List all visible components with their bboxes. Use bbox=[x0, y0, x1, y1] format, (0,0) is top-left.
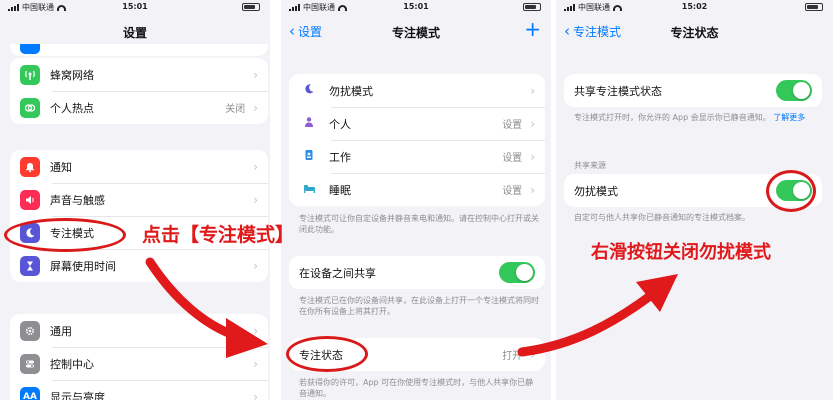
settings-group-network: 蜂窝网络 › 个人热点 关闭 › bbox=[10, 58, 268, 124]
focus-row-work[interactable]: 工作 设置 › bbox=[289, 140, 545, 173]
chevron-right-icon: › bbox=[530, 182, 535, 197]
row-label: 共享专注模式状态 bbox=[574, 84, 662, 98]
display-icon: AA bbox=[20, 386, 40, 400]
page-title: 专注模式 bbox=[391, 26, 440, 40]
row-label: 蜂窝网络 bbox=[50, 68, 94, 82]
settings-row-control-center[interactable]: 控制中心 › bbox=[10, 347, 268, 380]
settings-group-focus: 通知 › 声音与触感 › 专注模式 › 屏幕使用时间 › bbox=[10, 150, 268, 282]
row-value: 打开 bbox=[502, 351, 523, 362]
focus-status-note: 若获得你的许可，App 可在你使用专注模式时，与他人共享你已静音通知。 bbox=[299, 378, 534, 398]
row-label: 显示与亮度 bbox=[50, 390, 105, 400]
chevron-right-icon: › bbox=[253, 192, 258, 207]
gear-icon bbox=[20, 320, 40, 341]
share-note: 专注模式已在你的设备间共享，在此设备上打开一个专注模式将同时在你所有设备上将其打… bbox=[299, 296, 539, 316]
nav-bar: ‹ 设置 专注模式 + bbox=[281, 18, 551, 46]
row-label: 在设备之间共享 bbox=[299, 266, 376, 280]
share-status-row: 共享专注模式状态 bbox=[564, 74, 822, 107]
settings-icon bbox=[20, 44, 40, 54]
chevron-right-icon: › bbox=[530, 116, 535, 131]
chevron-right-icon: › bbox=[253, 100, 258, 115]
settings-screen: 中国联通 15:01 设置 蜂窝网络 › 个人热点 关闭 › 通知 › 声音与触… bbox=[0, 0, 270, 400]
antenna-icon bbox=[20, 64, 40, 85]
hotspot-icon bbox=[20, 97, 40, 118]
settings-row-general[interactable]: 通用 › bbox=[10, 314, 268, 347]
battery-icon bbox=[805, 3, 823, 11]
status-time: 15:01 bbox=[122, 2, 148, 11]
row-label: 睡眠 bbox=[329, 183, 351, 197]
chevron-right-icon: › bbox=[530, 83, 535, 98]
battery-icon bbox=[242, 3, 260, 11]
chevron-right-icon: › bbox=[530, 347, 535, 362]
row-label: 勿扰模式 bbox=[574, 184, 618, 198]
settings-group-general: 通用 › 控制中心 › AA 显示与亮度 › bbox=[10, 314, 268, 400]
badge-icon bbox=[299, 149, 319, 165]
learn-more-link[interactable]: 了解更多 bbox=[773, 113, 805, 122]
bed-icon bbox=[299, 182, 319, 198]
row-label: 勿扰模式 bbox=[329, 84, 373, 98]
row-label: 声音与触感 bbox=[50, 193, 105, 207]
add-focus-button[interactable]: + bbox=[524, 19, 541, 39]
annotation-swipe-off: 右滑按钮关闭勿扰模式 bbox=[591, 242, 771, 263]
row-label: 通用 bbox=[50, 324, 72, 338]
chevron-right-icon: › bbox=[253, 356, 258, 371]
row-value: 关闭 bbox=[225, 104, 246, 115]
bell-icon bbox=[20, 156, 40, 177]
annotation-tap-focus: 点击【专注模式】 bbox=[142, 224, 295, 246]
nav-bar: ‹ 专注模式 专注状态 bbox=[556, 18, 833, 46]
settings-row-notifications[interactable]: 通知 › bbox=[10, 150, 268, 183]
focus-row-dnd[interactable]: 勿扰模式 › bbox=[289, 74, 545, 107]
share-across-devices-group: 在设备之间共享 bbox=[289, 256, 545, 289]
person-icon bbox=[299, 116, 319, 132]
switches-icon bbox=[20, 353, 40, 374]
dnd-note: 自定可与他人共享你已静音通知的专注模式档案。 bbox=[574, 213, 750, 222]
settings-row-display[interactable]: AA 显示与亮度 › bbox=[10, 380, 268, 400]
status-bar: 中国联通 15:02 bbox=[556, 0, 833, 14]
share-across-devices-toggle[interactable] bbox=[499, 262, 535, 283]
page-title: 设置 bbox=[122, 26, 147, 40]
settings-group-scrolled bbox=[10, 44, 268, 56]
row-label: 个人 bbox=[329, 117, 351, 131]
page-title: 专注状态 bbox=[670, 26, 719, 40]
chevron-right-icon: › bbox=[253, 323, 258, 338]
row-label: 通知 bbox=[50, 160, 72, 174]
status-bar: 中国联通 15:01 bbox=[281, 0, 551, 14]
chevron-right-icon: › bbox=[253, 67, 258, 82]
battery-icon bbox=[523, 3, 541, 11]
focus-mode-highlight-circle bbox=[4, 218, 126, 252]
chevron-right-icon: › bbox=[253, 159, 258, 174]
status-time: 15:01 bbox=[403, 2, 429, 11]
section-header: 共享来源 bbox=[574, 161, 606, 170]
row-value: 设置 bbox=[502, 153, 523, 164]
share-across-devices-row: 在设备之间共享 bbox=[289, 256, 545, 289]
settings-row-hotspot[interactable]: 个人热点 关闭 › bbox=[10, 91, 268, 124]
row-label: 控制中心 bbox=[50, 357, 94, 371]
chevron-right-icon: › bbox=[530, 149, 535, 164]
focus-row-sleep[interactable]: 睡眠 设置 › bbox=[289, 173, 545, 206]
row-label: 个人热点 bbox=[50, 101, 94, 115]
row-value: 设置 bbox=[502, 186, 523, 197]
settings-row-screen-time[interactable]: 屏幕使用时间 › bbox=[10, 249, 268, 282]
chevron-right-icon: › bbox=[253, 389, 258, 400]
focus-row-personal[interactable]: 个人 设置 › bbox=[289, 107, 545, 140]
settings-row-sounds[interactable]: 声音与触感 › bbox=[10, 183, 268, 216]
dnd-toggle-highlight-circle bbox=[766, 170, 816, 212]
status-bar: 中国联通 15:01 bbox=[0, 0, 270, 14]
share-status-note: 专注模式打开时，你允许的 App 会显示你已静音通知。 了解更多 bbox=[574, 112, 814, 123]
share-status-group: 共享专注模式状态 bbox=[564, 74, 822, 107]
speaker-icon bbox=[20, 189, 40, 210]
row-label: 屏幕使用时间 bbox=[50, 259, 116, 273]
share-status-note-text: 专注模式打开时，你允许的 App 会显示你已静音通知。 bbox=[574, 113, 771, 122]
hourglass-icon bbox=[20, 255, 40, 276]
settings-row-cellular[interactable]: 蜂窝网络 › bbox=[10, 58, 268, 91]
chevron-right-icon: › bbox=[253, 258, 258, 273]
focus-modes-note: 专注模式可让你自定设备并静音来电和通知。请在控制中心打开或关闭此功能。 bbox=[299, 214, 539, 234]
row-label: 工作 bbox=[329, 150, 351, 164]
row-value: 设置 bbox=[502, 120, 523, 131]
moon-icon bbox=[299, 83, 319, 99]
nav-bar: 设置 bbox=[0, 18, 270, 46]
status-time: 15:02 bbox=[681, 2, 708, 11]
focus-status-highlight-circle bbox=[286, 336, 368, 372]
focus-modes-list: 勿扰模式 › 个人 设置 › 工作 设置 › 睡眠 设置 › bbox=[289, 74, 545, 206]
share-status-toggle[interactable] bbox=[776, 80, 812, 101]
